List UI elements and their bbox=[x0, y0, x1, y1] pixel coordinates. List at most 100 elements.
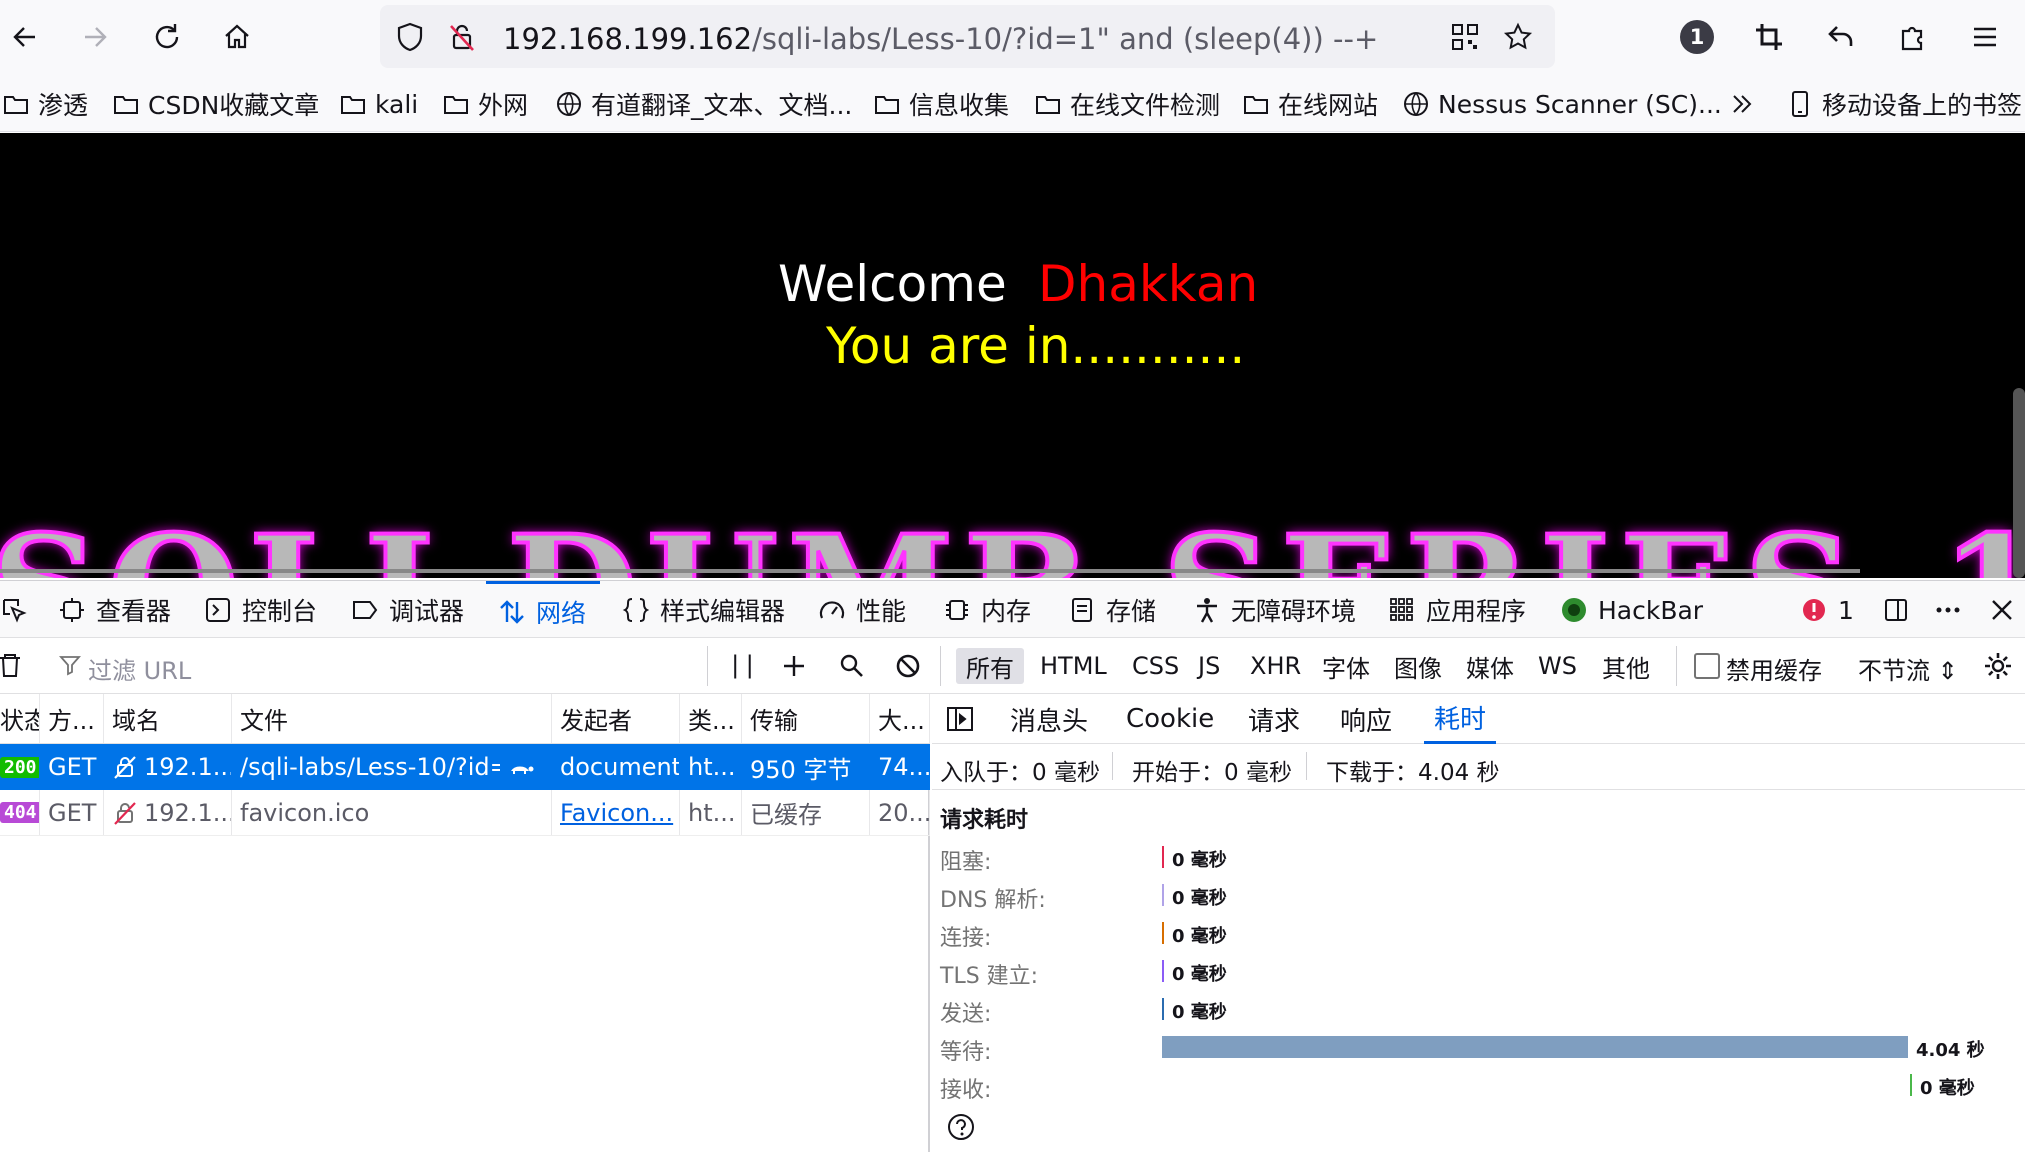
tab-hackbar[interactable]: HackBar bbox=[1560, 581, 1703, 639]
bookmarks-toolbar: 渗透 CSDN收藏文章 kali 外网 有道翻译_文本、文档... 信息收集 在… bbox=[0, 74, 2025, 132]
method-cell: GET bbox=[48, 753, 97, 781]
reload-button[interactable] bbox=[142, 12, 192, 62]
toggle-sidebar-icon[interactable] bbox=[946, 706, 974, 732]
throttle-select[interactable]: 不节流 ⇕ bbox=[1858, 651, 1958, 686]
bookmark-label: 有道翻译_文本、文档... bbox=[591, 91, 853, 120]
filter-type-other[interactable]: 其他 bbox=[1592, 648, 1660, 684]
login-status-text: You are in........... bbox=[826, 317, 1246, 375]
tab-memory[interactable]: 内存 bbox=[943, 581, 1031, 639]
timing-bar bbox=[1162, 884, 1164, 906]
mobile-device-icon bbox=[1792, 91, 1808, 117]
dock-button[interactable] bbox=[1882, 581, 1920, 639]
puzzle-icon bbox=[1901, 26, 1923, 51]
tab-accessibility[interactable]: 无障碍环境 bbox=[1193, 581, 1356, 639]
url-bar[interactable]: 192.168.199.162/sqli-labs/Less-10/?id=1"… bbox=[380, 5, 1555, 68]
timing-value: 0 毫秒 bbox=[1172, 888, 1227, 909]
tab-network[interactable]: 网络 bbox=[486, 581, 601, 639]
tab-style-editor[interactable]: 样式编辑器 bbox=[622, 581, 785, 639]
bookmark-link[interactable]: Nessus Scanner (SC)... bbox=[1402, 88, 1722, 120]
extensions-button[interactable] bbox=[1888, 12, 1938, 62]
disable-cache-checkbox[interactable] bbox=[1694, 653, 1720, 679]
size-cell: 74... bbox=[878, 753, 930, 781]
filter-type-html[interactable]: HTML bbox=[1030, 648, 1117, 684]
column-header-size[interactable]: 大... bbox=[870, 694, 930, 743]
table-row[interactable]: 404 GET 192.1... favicon.ico Favicon... … bbox=[0, 790, 930, 836]
back-button[interactable] bbox=[0, 12, 50, 62]
crop-button[interactable] bbox=[1744, 12, 1794, 62]
timing-label: 阻塞: bbox=[940, 850, 992, 875]
tab-timings[interactable]: 耗时 bbox=[1424, 694, 1497, 744]
column-header-transferred[interactable]: 传输 bbox=[742, 694, 870, 743]
tab-cookies[interactable]: Cookie bbox=[1126, 694, 1214, 744]
tab-inspector[interactable]: 查看器 bbox=[58, 581, 171, 639]
undo-button[interactable] bbox=[1816, 12, 1866, 62]
filter-type-css[interactable]: CSS bbox=[1122, 648, 1189, 684]
close-devtools-button[interactable] bbox=[1988, 581, 2025, 639]
table-row[interactable]: 200 GET 192.1... /sqli-labs/Less-10/?id=… bbox=[0, 744, 930, 790]
tab-console[interactable]: 控制台 bbox=[204, 581, 317, 639]
bookmark-folder[interactable]: 外网 bbox=[442, 88, 528, 120]
error-count-value: 1 bbox=[1838, 595, 1854, 625]
trash-icon[interactable] bbox=[0, 651, 24, 679]
type-cell: ht... bbox=[680, 790, 742, 835]
filter-type-images[interactable]: 图像 bbox=[1384, 648, 1452, 684]
search-icon[interactable] bbox=[838, 652, 866, 680]
plus-icon[interactable] bbox=[780, 652, 808, 680]
insecure-lock-icon[interactable] bbox=[446, 21, 478, 53]
domain-cell: 192.1... bbox=[104, 744, 232, 790]
bookmark-folder[interactable]: 在线网站 bbox=[1242, 88, 1378, 120]
shield-icon[interactable] bbox=[394, 21, 426, 53]
block-icon[interactable] bbox=[894, 652, 922, 680]
gear-icon[interactable] bbox=[1982, 650, 2014, 682]
column-header-initiator[interactable]: 发起者 bbox=[552, 694, 680, 743]
vertical-scrollbar[interactable] bbox=[2013, 388, 2025, 578]
bookmark-folder[interactable]: kali bbox=[339, 88, 418, 120]
tab-performance[interactable]: 性能 bbox=[818, 581, 906, 639]
star-icon[interactable] bbox=[1502, 21, 1534, 53]
column-header-file[interactable]: 文件 bbox=[232, 694, 552, 743]
qr-code-icon[interactable] bbox=[1449, 21, 1481, 53]
filter-type-js[interactable]: JS bbox=[1188, 648, 1230, 684]
element-picker-button[interactable] bbox=[0, 581, 38, 639]
filter-type-all[interactable]: 所有 bbox=[956, 648, 1024, 684]
initiator-link[interactable]: Favicon... bbox=[552, 790, 680, 835]
divider bbox=[1676, 646, 1677, 686]
bookmarks-overflow-button[interactable] bbox=[1728, 88, 1764, 120]
filter-type-ws[interactable]: WS bbox=[1528, 648, 1587, 684]
column-header-status[interactable]: 状态 bbox=[0, 694, 40, 743]
filter-type-media[interactable]: 媒体 bbox=[1456, 648, 1524, 684]
tab-label: HackBar bbox=[1598, 595, 1704, 625]
column-header-domain[interactable]: 域名 bbox=[104, 694, 232, 743]
tab-debugger[interactable]: 调试器 bbox=[351, 581, 464, 639]
tab-response[interactable]: 响应 bbox=[1340, 694, 1392, 744]
error-count[interactable]: 1 bbox=[1800, 581, 1854, 639]
timing-label: DNS 解析: bbox=[940, 888, 1046, 913]
memory-chip-icon bbox=[946, 600, 968, 620]
extension-badge[interactable]: 1 bbox=[1680, 20, 1714, 54]
bookmark-folder[interactable]: CSDN收藏文章 bbox=[112, 88, 319, 120]
tab-request[interactable]: 请求 bbox=[1248, 694, 1300, 744]
more-options-button[interactable] bbox=[1934, 581, 1972, 639]
tab-label: 控制台 bbox=[242, 597, 318, 626]
bookmark-link[interactable]: 有道翻译_文本、文档... bbox=[555, 88, 852, 120]
column-header-method[interactable]: 方... bbox=[40, 694, 104, 743]
home-button[interactable] bbox=[212, 12, 262, 62]
bookmark-folder[interactable]: 在线文件检测 bbox=[1034, 88, 1220, 120]
help-icon[interactable] bbox=[946, 1112, 976, 1142]
horizontal-scrollbar[interactable] bbox=[0, 569, 1860, 573]
filter-url-input[interactable]: 过滤 URL bbox=[88, 651, 191, 686]
bookmark-folder[interactable]: 渗透 bbox=[2, 88, 88, 120]
column-header-type[interactable]: 类... bbox=[680, 694, 742, 743]
url-text[interactable]: 192.168.199.162/sqli-labs/Less-10/?id=1"… bbox=[503, 22, 1378, 56]
pause-button[interactable]: || bbox=[728, 651, 757, 679]
menu-button[interactable] bbox=[1960, 12, 2010, 62]
bookmark-label: 移动设备上的书签 bbox=[1822, 91, 2023, 120]
tab-application[interactable]: 应用程序 bbox=[1388, 581, 1526, 639]
filter-type-xhr[interactable]: XHR bbox=[1240, 648, 1311, 684]
tab-storage[interactable]: 存储 bbox=[1068, 581, 1156, 639]
forward-button[interactable] bbox=[70, 12, 120, 62]
filter-type-fonts[interactable]: 字体 bbox=[1312, 648, 1380, 684]
tab-headers[interactable]: 消息头 bbox=[1010, 694, 1088, 744]
mobile-bookmarks-folder[interactable]: 移动设备上的书签 bbox=[1786, 88, 2022, 120]
bookmark-folder[interactable]: 信息收集 bbox=[873, 88, 1009, 120]
